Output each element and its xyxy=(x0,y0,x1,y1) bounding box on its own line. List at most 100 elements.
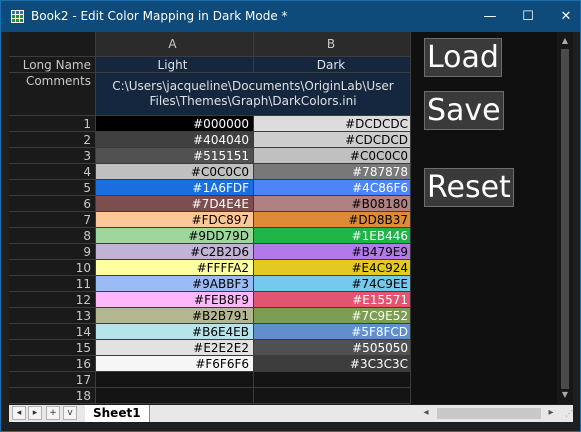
column-header-a[interactable]: A xyxy=(96,32,254,57)
row-header[interactable]: 2 xyxy=(9,132,96,148)
light-color-cell[interactable]: #404040 xyxy=(96,132,254,148)
horizontal-scrollbar[interactable]: ◂ ▸ xyxy=(417,405,559,422)
button-panel: Load Save Reset xyxy=(411,32,557,404)
table-row: 3 #515151 #C0C0C0 xyxy=(9,148,411,164)
light-color-cell[interactable]: #7D4E4E xyxy=(96,196,254,212)
light-color-cell[interactable]: #FDC897 xyxy=(96,212,254,228)
long-name-row: Long Name Light Dark xyxy=(9,57,411,73)
scroll-right-icon[interactable]: ▸ xyxy=(545,406,557,420)
row-header[interactable]: 16 xyxy=(9,356,96,372)
table-row: 16 #F6F6F6 #3C3C3C xyxy=(9,356,411,372)
table-row: 14 #B6E4EB #5F8FCD xyxy=(9,324,411,340)
long-name-light-cell[interactable]: Light xyxy=(96,57,254,73)
dark-color-cell[interactable]: #DD8B37 xyxy=(254,212,411,228)
row-header[interactable]: 10 xyxy=(9,260,96,276)
row-header[interactable]: 8 xyxy=(9,228,96,244)
light-color-cell[interactable]: #B6E4EB xyxy=(96,324,254,340)
row-header[interactable]: 5 xyxy=(9,180,96,196)
scroll-down-icon[interactable]: ▼ xyxy=(560,388,570,402)
long-name-label[interactable]: Long Name xyxy=(9,57,96,73)
table-row: 12 #FEB8F9 #E15571 xyxy=(9,292,411,308)
sheet-scroll-left-button[interactable]: ◂ xyxy=(12,406,26,420)
window-title: Book2 - Edit Color Mapping in Dark Mode … xyxy=(31,9,288,23)
row-header[interactable]: 12 xyxy=(9,292,96,308)
light-color-cell[interactable] xyxy=(96,372,254,388)
worksheet-grid[interactable]: A B Long Name Light Dark Comments C:\Use… xyxy=(9,32,411,404)
comments-row: Comments C:\Users\jacqueline\Documents\O… xyxy=(9,73,411,116)
load-button[interactable]: Load xyxy=(424,38,502,77)
resize-grip-icon[interactable]: ⋰ xyxy=(565,409,573,419)
dark-color-cell[interactable]: #C0C0C0 xyxy=(254,148,411,164)
comments-label[interactable]: Comments xyxy=(9,73,96,116)
minimize-button[interactable]: — xyxy=(475,4,505,28)
table-row: 6 #7D4E4E #B08180 xyxy=(9,196,411,212)
dark-color-cell[interactable]: #7C9E52 xyxy=(254,308,411,324)
dark-color-cell[interactable]: #505050 xyxy=(254,340,411,356)
row-header[interactable]: 9 xyxy=(9,244,96,260)
vertical-scrollbar[interactable]: ▲ ▼ xyxy=(557,32,573,404)
row-header[interactable]: 1 xyxy=(9,116,96,132)
dark-color-cell[interactable]: #DCDCDC xyxy=(254,116,411,132)
sheet-menu-button[interactable]: v xyxy=(63,406,77,420)
table-row: 4 #C0C0C0 #787878 xyxy=(9,164,411,180)
light-color-cell[interactable]: #9DD79D xyxy=(96,228,254,244)
light-color-cell[interactable]: #C2B2D6 xyxy=(96,244,254,260)
column-header-b[interactable]: B xyxy=(254,32,411,57)
light-color-cell[interactable]: #FEB8F9 xyxy=(96,292,254,308)
dark-color-cell[interactable] xyxy=(254,372,411,388)
dark-color-cell[interactable]: #E4C924 xyxy=(254,260,411,276)
light-color-cell[interactable]: #1A6FDF xyxy=(96,180,254,196)
dark-color-cell[interactable]: #3C3C3C xyxy=(254,356,411,372)
light-color-cell[interactable]: #C0C0C0 xyxy=(96,164,254,180)
row-header[interactable]: 18 xyxy=(9,388,96,404)
horizontal-scroll-thumb[interactable] xyxy=(437,408,541,419)
light-color-cell[interactable]: #515151 xyxy=(96,148,254,164)
tab-sheet1[interactable]: Sheet1 xyxy=(85,405,150,422)
table-row: 17 xyxy=(9,372,411,388)
table-row: 15 #E2E2E2 #505050 xyxy=(9,340,411,356)
comments-cell[interactable]: C:\Users\jacqueline\Documents\OriginLab\… xyxy=(96,73,411,116)
dark-color-cell[interactable]: #CDCDCD xyxy=(254,132,411,148)
scroll-left-icon[interactable]: ◂ xyxy=(420,406,432,420)
row-header[interactable]: 14 xyxy=(9,324,96,340)
close-button[interactable]: ✕ xyxy=(551,4,581,28)
spreadsheet-icon xyxy=(11,10,24,23)
light-color-cell[interactable]: #FFFFA2 xyxy=(96,260,254,276)
long-name-dark-cell[interactable]: Dark xyxy=(254,57,411,73)
title-bar[interactable]: Book2 - Edit Color Mapping in Dark Mode … xyxy=(1,1,580,32)
row-header[interactable]: 15 xyxy=(9,340,96,356)
dark-color-cell[interactable]: #787878 xyxy=(254,164,411,180)
light-color-cell[interactable]: #000000 xyxy=(96,116,254,132)
light-color-cell[interactable]: #F6F6F6 xyxy=(96,356,254,372)
row-header[interactable]: 17 xyxy=(9,372,96,388)
dark-color-cell[interactable]: #5F8FCD xyxy=(254,324,411,340)
app-window: Book2 - Edit Color Mapping in Dark Mode … xyxy=(0,0,581,432)
row-header[interactable]: 7 xyxy=(9,212,96,228)
row-header[interactable]: 3 xyxy=(9,148,96,164)
table-row: 2 #404040 #CDCDCD xyxy=(9,132,411,148)
vertical-scroll-thumb[interactable] xyxy=(561,49,569,389)
dark-color-cell[interactable]: #B479E9 xyxy=(254,244,411,260)
row-header[interactable]: 13 xyxy=(9,308,96,324)
reset-button[interactable]: Reset xyxy=(424,168,514,207)
dark-color-cell[interactable]: #B08180 xyxy=(254,196,411,212)
save-button[interactable]: Save xyxy=(424,91,504,130)
light-color-cell[interactable]: #B2B791 xyxy=(96,308,254,324)
dark-color-cell[interactable]: #74C9EE xyxy=(254,276,411,292)
dark-color-cell[interactable]: #E15571 xyxy=(254,292,411,308)
light-color-cell[interactable]: #9ABBF3 xyxy=(96,276,254,292)
dark-color-cell[interactable]: #4C86F6 xyxy=(254,180,411,196)
corner-cell[interactable] xyxy=(9,32,96,57)
light-color-cell[interactable]: #E2E2E2 xyxy=(96,340,254,356)
scroll-up-icon[interactable]: ▲ xyxy=(560,34,570,48)
light-color-cell[interactable] xyxy=(96,388,254,404)
row-header[interactable]: 4 xyxy=(9,164,96,180)
row-header[interactable]: 6 xyxy=(9,196,96,212)
sheet-scroll-right-button[interactable]: ▸ xyxy=(28,406,42,420)
add-sheet-button[interactable]: + xyxy=(46,406,60,420)
table-row: 18 xyxy=(9,388,411,404)
maximize-button[interactable]: ☐ xyxy=(513,4,543,28)
dark-color-cell[interactable]: #1EB446 xyxy=(254,228,411,244)
row-header[interactable]: 11 xyxy=(9,276,96,292)
dark-color-cell[interactable] xyxy=(254,388,411,404)
